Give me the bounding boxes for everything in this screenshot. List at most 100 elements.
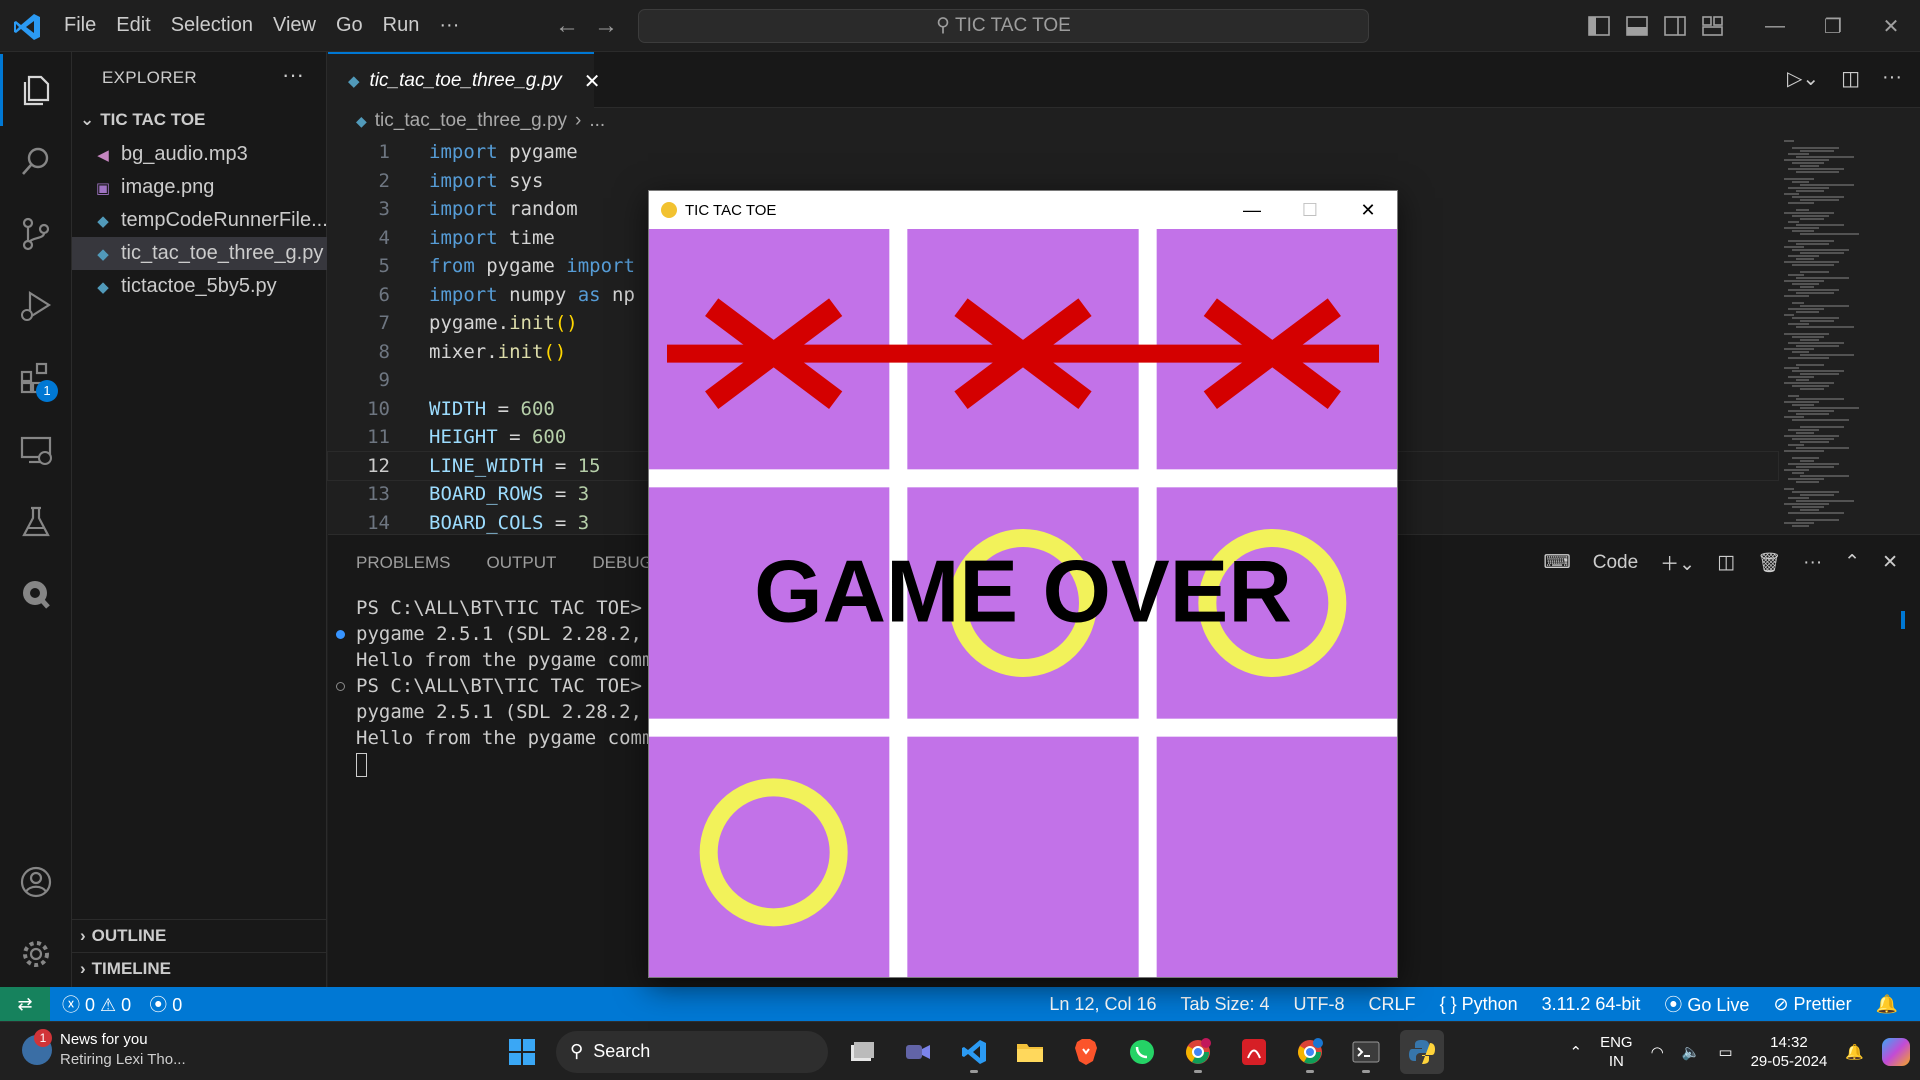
vscode-taskbar-icon[interactable] [952, 1030, 996, 1074]
teams-meet-icon[interactable] [896, 1030, 940, 1074]
close-panel-icon[interactable]: ✕ [1882, 551, 1898, 574]
back-arrow-icon[interactable]: ← [555, 12, 579, 40]
command-decoration-icon[interactable] [336, 682, 345, 691]
timeline-section[interactable]: › TIMELINE [72, 952, 327, 985]
outline-section[interactable]: › OUTLINE [72, 919, 327, 952]
board-cell[interactable] [898, 728, 1147, 977]
terminal-name[interactable]: Code [1593, 552, 1638, 574]
language-mode[interactable]: { } Python [1440, 994, 1518, 1015]
terminal-scrollbar[interactable] [1901, 611, 1905, 629]
file-item-selected[interactable]: ◆ tic_tac_toe_three_g.py [72, 237, 327, 270]
python-interpreter[interactable]: 3.11.2 64-bit [1542, 994, 1641, 1015]
terminal-output[interactable]: PS C:\ALL\BT\TIC TAC TOE> p pygame 2.5.1 … [336, 595, 665, 777]
game-close-icon[interactable]: ✕ [1339, 191, 1397, 229]
file-item[interactable]: ◀ bg_audio.mp3 [72, 138, 327, 171]
terminal-taskbar-icon[interactable] [1344, 1030, 1388, 1074]
more-editor-actions-icon[interactable]: ··· [1882, 66, 1902, 91]
new-terminal-icon[interactable]: ＋⌄ [1660, 549, 1695, 576]
board-cell[interactable] [649, 728, 898, 977]
remote-explorer-icon[interactable] [0, 414, 72, 486]
tab-size[interactable]: Tab Size: 4 [1180, 994, 1269, 1015]
problems-status[interactable]: ⓧ 0 ⚠ 0 [62, 991, 131, 1017]
breadcrumb-more[interactable]: ... [589, 110, 605, 132]
news-widget[interactable]: 1 News for you Retiring Lexi Tho... [22, 1029, 186, 1070]
editor-tab-active[interactable]: ◆ tic_tac_toe_three_g.py ✕ [328, 52, 601, 108]
game-title-bar[interactable]: TIC TAC TOE — ☐ ✕ [649, 191, 1397, 229]
file-explorer-icon[interactable] [1008, 1030, 1052, 1074]
toggle-sidebar-icon[interactable] [1580, 11, 1618, 41]
more-actions-icon[interactable]: ··· [282, 62, 304, 88]
code-line[interactable]: 1 import pygame [328, 138, 1778, 167]
command-decoration-icon[interactable] [336, 630, 345, 639]
menu-edit[interactable]: Edit [106, 12, 160, 39]
customize-layout-icon[interactable] [1694, 11, 1732, 41]
file-item[interactable]: ◆ tictactoe_5by5.py [72, 270, 327, 303]
volume-icon[interactable]: 🔈 [1682, 1043, 1701, 1061]
accounts-icon[interactable] [0, 846, 72, 918]
split-terminal-icon[interactable]: ◫ [1717, 551, 1735, 574]
more-panel-icon[interactable]: ··· [1803, 552, 1822, 574]
minimap[interactable] [1784, 138, 1884, 532]
minimize-icon[interactable]: — [1746, 0, 1804, 52]
taskbar-search[interactable]: ⚲ Search [556, 1030, 828, 1073]
line-ending[interactable]: CRLF [1369, 994, 1416, 1015]
acrobat-icon[interactable] [1232, 1030, 1276, 1074]
menu-selection[interactable]: Selection [161, 12, 263, 39]
run-python-icon[interactable]: ▷⌄ [1787, 66, 1819, 91]
menu-more[interactable]: ··· [429, 12, 469, 39]
source-control-icon[interactable] [0, 198, 72, 270]
restore-icon[interactable]: ❐ [1804, 0, 1862, 52]
whatsapp-icon[interactable] [1120, 1030, 1164, 1074]
menu-run[interactable]: Run [373, 12, 430, 39]
cursor-position[interactable]: Ln 12, Col 16 [1049, 994, 1156, 1015]
file-item[interactable]: ◆ tempCodeRunnerFile.... [72, 204, 327, 237]
notification-center-icon[interactable]: 🔔 [1845, 1043, 1864, 1061]
file-item[interactable]: ▣ image.png [72, 171, 327, 204]
extensions-icon[interactable]: 1 [0, 342, 72, 414]
close-icon[interactable]: ✕ [1862, 0, 1920, 52]
show-hidden-icons-chevron-icon[interactable]: ⌃ [1570, 1043, 1583, 1061]
quokka-icon[interactable] [0, 558, 72, 630]
run-debug-icon[interactable] [0, 270, 72, 342]
workspace-folder[interactable]: ⌄ TIC TAC TOE [80, 110, 205, 130]
wifi-icon[interactable]: ◠ [1651, 1043, 1664, 1061]
game-minimize-icon[interactable]: — [1223, 191, 1281, 229]
remote-indicator-icon[interactable]: ⇄ [0, 987, 50, 1021]
clock[interactable]: 14:32 29-05-2024 [1751, 1033, 1828, 1071]
tab-problems[interactable]: PROBLEMS [356, 553, 450, 573]
menu-view[interactable]: View [263, 12, 326, 39]
brave-browser-icon[interactable] [1064, 1030, 1108, 1074]
maximize-panel-icon[interactable]: ⌃ [1844, 551, 1860, 574]
board-cell[interactable] [1148, 728, 1397, 977]
encoding[interactable]: UTF-8 [1294, 994, 1345, 1015]
ports-status[interactable]: ⦿ 0 [149, 991, 182, 1017]
toggle-secondary-sidebar-icon[interactable] [1656, 11, 1694, 41]
copilot-icon[interactable] [1882, 1037, 1910, 1066]
notifications-bell-icon[interactable]: 🔔 [1876, 994, 1898, 1015]
breadcrumb-file[interactable]: tic_tac_toe_three_g.py [375, 110, 567, 132]
chrome-profile-e-icon[interactable] [1288, 1030, 1332, 1074]
input-language[interactable]: ENG IN [1600, 1033, 1633, 1071]
python-game-taskbar-icon[interactable] [1400, 1029, 1444, 1074]
pygame-window[interactable]: TIC TAC TOE — ☐ ✕ GAME OVER [648, 190, 1398, 978]
tic-tac-toe-board[interactable]: GAME OVER [649, 229, 1397, 977]
toggle-panel-icon[interactable] [1618, 11, 1656, 41]
search-sidebar-icon[interactable] [0, 126, 72, 198]
tab-output[interactable]: OUTPUT [486, 553, 556, 573]
manage-gear-icon[interactable] [0, 918, 72, 990]
chrome-profile-m-icon[interactable] [1176, 1030, 1220, 1074]
split-editor-icon[interactable]: ◫ [1841, 66, 1860, 91]
explorer-icon[interactable] [0, 54, 72, 126]
testing-icon[interactable] [0, 486, 72, 558]
start-windows-icon[interactable] [500, 1030, 544, 1074]
battery-icon[interactable]: ▭ [1718, 1043, 1732, 1061]
task-view-icon[interactable] [840, 1030, 884, 1074]
menu-file[interactable]: File [54, 12, 106, 39]
prettier[interactable]: ⊘ Prettier [1773, 994, 1851, 1015]
close-tab-icon[interactable]: ✕ [584, 69, 601, 94]
kill-terminal-icon[interactable]: 🗑 [1757, 551, 1781, 575]
go-live[interactable]: ⦿ Go Live [1664, 991, 1749, 1017]
forward-arrow-icon[interactable]: → [594, 12, 618, 40]
menu-go[interactable]: Go [326, 12, 373, 39]
command-center-search[interactable]: ⚲ TIC TAC TOE [638, 9, 1369, 43]
